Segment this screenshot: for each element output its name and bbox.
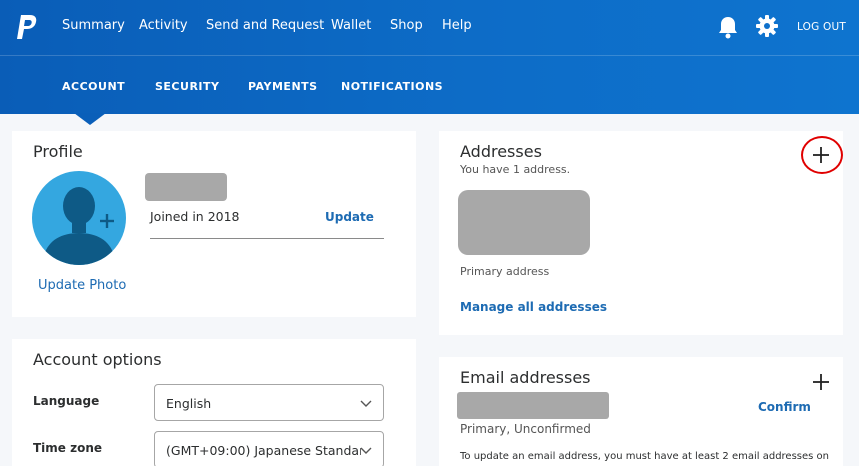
active-tab-indicator xyxy=(74,113,106,125)
header: Summary Activity Send and Request Wallet… xyxy=(0,0,859,114)
language-label: Language xyxy=(33,394,100,408)
paypal-logo-icon[interactable] xyxy=(15,13,41,41)
timezone-value: (GMT+09:00) Japanese Standar... xyxy=(166,443,361,458)
divider xyxy=(150,238,384,239)
nav-help[interactable]: Help xyxy=(442,18,472,33)
logout-link[interactable]: LOG OUT xyxy=(797,21,846,33)
nav-summary[interactable]: Summary xyxy=(62,18,125,33)
primary-address-label: Primary address xyxy=(460,265,550,278)
joined-date: Joined in 2018 xyxy=(150,209,240,224)
email-status: Primary, Unconfirmed xyxy=(460,422,591,436)
nav-wallet[interactable]: Wallet xyxy=(331,18,371,33)
profile-title: Profile xyxy=(33,142,83,161)
tab-security[interactable]: SECURITY xyxy=(155,80,219,93)
avatar[interactable] xyxy=(32,171,126,265)
nav-shop[interactable]: Shop xyxy=(390,18,423,33)
top-navigation: Summary Activity Send and Request Wallet… xyxy=(0,0,859,56)
email-title: Email addresses xyxy=(460,368,591,387)
account-options-title: Account options xyxy=(33,350,162,369)
highlight-circle xyxy=(801,136,843,174)
update-link[interactable]: Update xyxy=(325,210,374,224)
account-options-card: Account options Language English Time zo… xyxy=(12,339,416,466)
timezone-label: Time zone xyxy=(33,441,103,455)
address-count: You have 1 address. xyxy=(460,163,571,176)
addresses-card: Addresses You have 1 address. Primary ad… xyxy=(439,131,843,335)
gear-icon[interactable] xyxy=(756,15,778,37)
addresses-title: Addresses xyxy=(460,142,542,161)
bell-icon[interactable] xyxy=(717,15,739,39)
language-value: English xyxy=(166,396,212,411)
chevron-down-icon xyxy=(360,400,372,407)
nav-activity[interactable]: Activity xyxy=(139,18,188,33)
update-photo-link[interactable]: Update Photo xyxy=(38,278,126,293)
tab-notifications[interactable]: NOTIFICATIONS xyxy=(341,80,443,93)
chevron-down-icon xyxy=(360,447,372,454)
confirm-email-link[interactable]: Confirm xyxy=(758,400,811,414)
redacted-address xyxy=(458,190,590,255)
tab-payments[interactable]: PAYMENTS xyxy=(248,80,318,93)
timezone-select[interactable]: (GMT+09:00) Japanese Standar... xyxy=(154,431,384,466)
email-update-note: To update an email address, you must hav… xyxy=(460,451,829,462)
language-select[interactable]: English xyxy=(154,384,384,421)
profile-card: Profile Joined in 2018 Update Update Pho… xyxy=(12,131,416,317)
nav-send-and-request[interactable]: Send and Request xyxy=(206,18,324,33)
add-email-plus-icon[interactable] xyxy=(812,373,830,391)
redacted-name xyxy=(145,173,227,201)
tab-account[interactable]: ACCOUNT xyxy=(62,80,125,93)
email-card: Email addresses Confirm Primary, Unconfi… xyxy=(439,357,843,466)
redacted-email xyxy=(457,392,609,419)
manage-addresses-link[interactable]: Manage all addresses xyxy=(460,300,607,314)
